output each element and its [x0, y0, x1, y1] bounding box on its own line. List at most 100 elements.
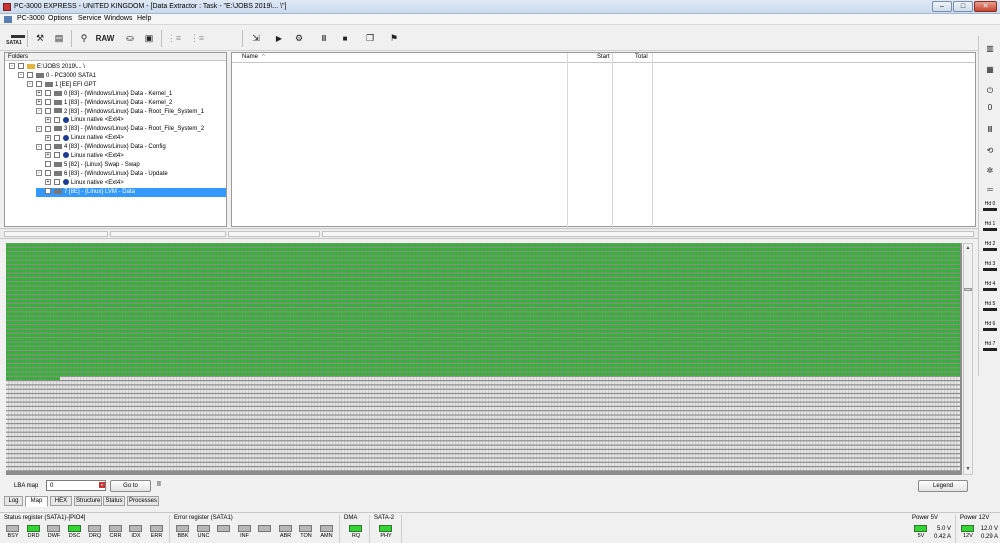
menu-windows[interactable]: Windows: [104, 15, 132, 22]
scroll-thumb[interactable]: [964, 288, 972, 291]
column-total[interactable]: Total: [635, 54, 648, 60]
head-5-button[interactable]: Hd 5: [981, 301, 999, 315]
map-scrollbar[interactable]: ▲ ▼: [963, 243, 973, 475]
tree-row[interactable]: +1 [83] - {Windows/Linux} Data - Kernel_…: [36, 99, 172, 108]
tools-icon[interactable]: ⚒: [31, 29, 49, 48]
expand-icon[interactable]: +: [36, 99, 42, 106]
connector-icon[interactable]: ═: [981, 182, 999, 198]
tree-row[interactable]: 7 [8E] - {Linux} LVM - Data: [36, 187, 226, 197]
pause-icon[interactable]: II: [315, 29, 333, 48]
tree-checkbox[interactable]: [18, 63, 24, 70]
export-icon[interactable]: ⇲: [247, 29, 265, 48]
expand-icon[interactable]: +: [45, 152, 51, 159]
tree-checkbox[interactable]: [54, 134, 60, 141]
expand-icon[interactable]: +: [36, 90, 42, 97]
head-2-button[interactable]: Hd 2: [981, 241, 999, 255]
sata1-port-button[interactable]: SATA1: [4, 29, 25, 48]
binoculars-icon[interactable]: ⚲: [75, 29, 93, 48]
collapse-icon[interactable]: -: [9, 63, 15, 70]
lba-input[interactable]: 0: [46, 480, 106, 491]
tree-row[interactable]: - 6 [83] - {Windows/Linux} Data - Update: [36, 170, 168, 179]
menu-pc3000[interactable]: PC-3000: [17, 15, 45, 22]
scroll-down-icon[interactable]: ▼: [964, 465, 972, 474]
copy-icon[interactable]: ❐: [361, 29, 379, 48]
tree-checkbox[interactable]: [36, 81, 42, 88]
expand-icon[interactable]: +: [45, 179, 51, 186]
collapse-icon[interactable]: -: [27, 81, 33, 88]
tab-structure[interactable]: Structure: [74, 496, 102, 506]
reset-icon[interactable]: ⟲: [981, 143, 999, 159]
tree-row[interactable]: + Linux native <Ext4>: [45, 116, 124, 125]
column-name[interactable]: Name: [242, 54, 258, 60]
tree-row[interactable]: - E:\JOBS 2019\... \: [9, 63, 85, 72]
run-icon[interactable]: ⚑: [385, 29, 403, 48]
task-icon[interactable]: ▤: [50, 29, 68, 48]
tree-checkbox[interactable]: [45, 99, 51, 106]
tree-checkbox[interactable]: [45, 125, 51, 132]
minimize-button[interactable]: –: [932, 1, 952, 12]
collapse-icon[interactable]: -: [36, 125, 42, 132]
column-divider[interactable]: [612, 53, 613, 228]
panel-splitter[interactable]: [0, 228, 978, 239]
scroll-up-icon[interactable]: ▲: [964, 244, 972, 253]
camera-icon[interactable]: ▣: [140, 29, 158, 48]
column-start[interactable]: Start: [597, 54, 610, 60]
tree-row[interactable]: + Linux native <Ext4>: [45, 134, 124, 143]
collapse-icon[interactable]: -: [36, 107, 42, 114]
menu-service[interactable]: Service: [78, 15, 101, 22]
tree-checkbox[interactable]: [54, 179, 60, 186]
goto-button[interactable]: Go to: [110, 480, 151, 492]
collapse-icon[interactable]: -: [36, 170, 42, 177]
tree-row[interactable]: +0 [83] - {Windows/Linux} Data - Kernel_…: [36, 90, 172, 99]
column-divider[interactable]: [652, 53, 653, 228]
tab-log[interactable]: Log: [4, 496, 23, 506]
tree-checkbox[interactable]: [45, 143, 51, 150]
right-pause-icon[interactable]: II: [981, 122, 999, 138]
tree-checkbox[interactable]: [45, 170, 51, 177]
tree-checkbox[interactable]: [45, 107, 51, 114]
head-1-button[interactable]: Hd 1: [981, 221, 999, 235]
expand-icon[interactable]: +: [45, 134, 51, 141]
legend-button[interactable]: Legend: [918, 480, 968, 492]
tree-row[interactable]: - 2 [83] - {Windows/Linux} Data - Root_Fi…: [36, 107, 204, 117]
maximize-button[interactable]: □: [953, 1, 973, 12]
tree-row[interactable]: - 4 [83] - {Windows/Linux} Data - Config: [36, 143, 166, 152]
tree-checkbox[interactable]: [54, 152, 60, 159]
counter-icon[interactable]: 0: [981, 100, 999, 116]
tab-processes[interactable]: Processes: [127, 496, 159, 506]
stop-icon[interactable]: ■: [336, 29, 354, 48]
power-icon[interactable]: ⏻: [981, 83, 999, 99]
tree-disabled-icon[interactable]: ⋮≡: [188, 29, 206, 48]
lba-dropdown-icon[interactable]: ▾: [99, 482, 105, 488]
tree-checkbox[interactable]: [54, 116, 60, 123]
bike-icon[interactable]: ⚙: [290, 29, 308, 48]
menu-help[interactable]: Help: [137, 15, 151, 22]
expand-icon[interactable]: +: [45, 116, 51, 123]
tree-checkbox[interactable]: [45, 161, 51, 168]
tree-row[interactable]: - 3 [83] - {Windows/Linux} Data - Root_Fi…: [36, 125, 204, 134]
tree-row[interactable]: + Linux native <Ext4>: [45, 179, 124, 188]
collapse-icon[interactable]: -: [36, 143, 42, 150]
tab-map[interactable]: Map: [25, 496, 48, 507]
column-divider[interactable]: [567, 53, 568, 228]
collapse-icon[interactable]: -: [18, 72, 24, 79]
tree-row[interactable]: 5 [82] - {Linux} Swap - Swap: [36, 161, 140, 170]
tree-row[interactable]: - 1 [EE] EFI GPT: [27, 81, 96, 90]
tree-checkbox[interactable]: [45, 90, 51, 97]
tree-checkbox[interactable]: [27, 72, 33, 79]
tree-checkbox[interactable]: [45, 188, 51, 195]
tab-hex[interactable]: HEX: [50, 496, 72, 506]
head-0-button[interactable]: Hd 0: [981, 201, 999, 215]
raw-button[interactable]: RAW: [93, 29, 117, 48]
head-6-button[interactable]: Hd 6: [981, 321, 999, 335]
close-button[interactable]: ✕: [974, 1, 997, 12]
settings-icon[interactable]: ✲: [981, 163, 999, 179]
map-pause-button[interactable]: II: [157, 481, 161, 488]
drive-info-icon[interactable]: ▦: [981, 62, 999, 78]
head-3-button[interactable]: Hd 3: [981, 261, 999, 275]
tree-icon[interactable]: ⋮≡: [165, 29, 183, 48]
menu-options[interactable]: Options: [48, 15, 72, 22]
drive-stack-icon[interactable]: ▥: [981, 41, 999, 57]
tree-row[interactable]: - 0 - PC3000 SATA1: [18, 72, 96, 81]
drive-icon[interactable]: ⛀: [121, 29, 139, 48]
